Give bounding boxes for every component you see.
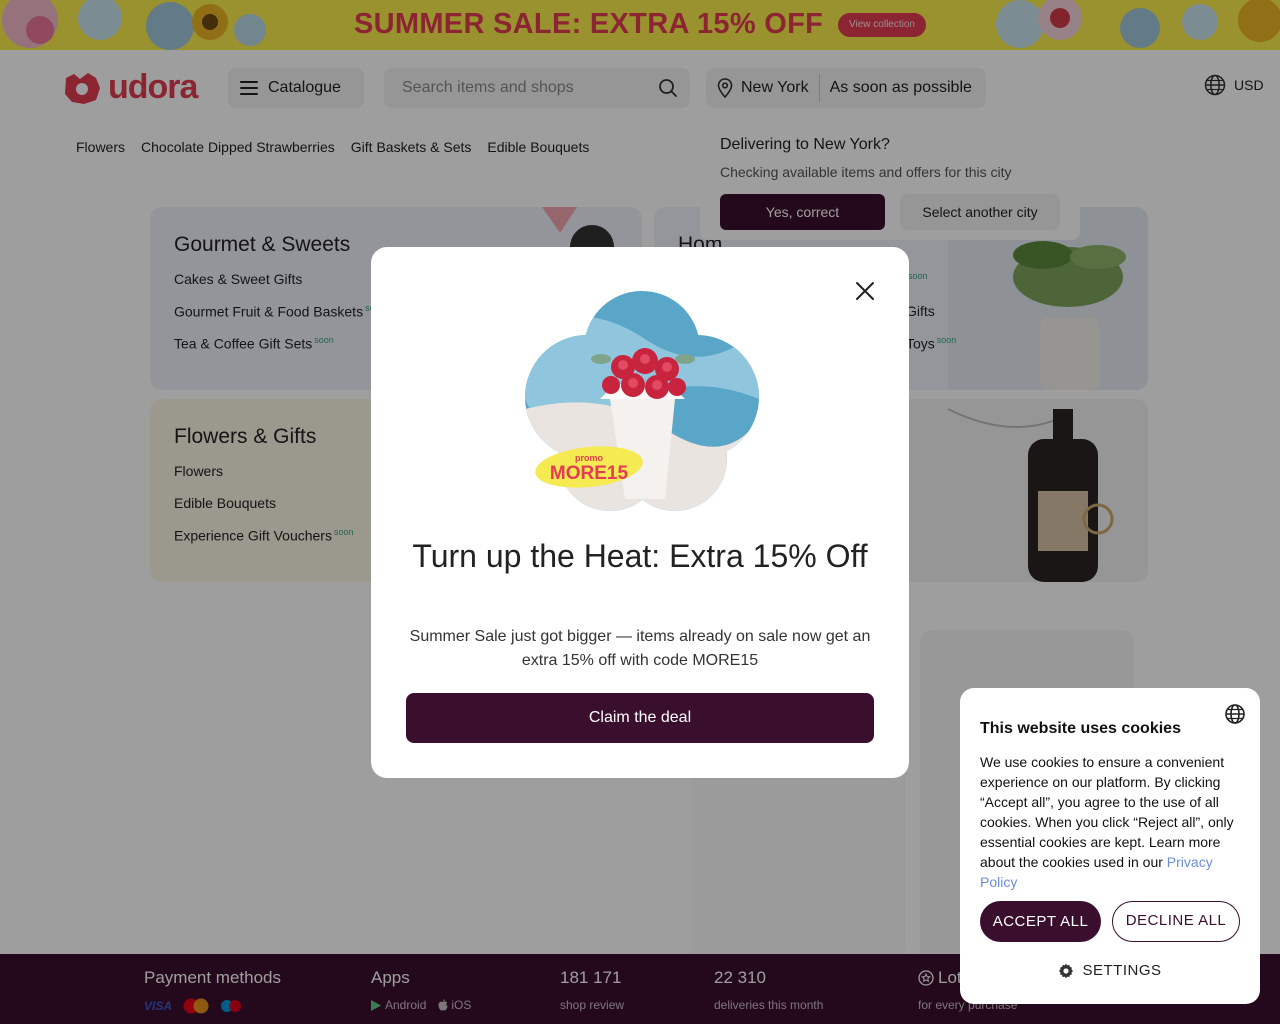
cookie-text: We use cookies to ensure a convenient ex… <box>980 754 1234 890</box>
cookie-consent: This website uses cookies We use cookies… <box>960 688 1260 1004</box>
promo-modal: promo MORE15 Turn up the Heat: Extra 15%… <box>371 247 909 778</box>
claim-deal-button[interactable]: Claim the deal <box>406 693 874 743</box>
promo-bouquet-image: promo MORE15 <box>525 291 759 511</box>
promo-code: MORE15 <box>550 463 629 484</box>
modal-title: Turn up the Heat: Extra 15% Off <box>412 538 868 574</box>
close-icon[interactable] <box>853 279 877 303</box>
settings-label: SETTINGS <box>1082 962 1162 979</box>
cookie-settings-button[interactable]: SETTINGS <box>960 962 1260 979</box>
accept-all-button[interactable]: ACCEPT ALL <box>980 901 1101 942</box>
language-globe-icon[interactable] <box>1224 703 1246 725</box>
gear-icon <box>1059 963 1074 978</box>
cookie-title: This website uses cookies <box>980 720 1181 737</box>
decline-all-button[interactable]: DECLINE ALL <box>1112 901 1240 942</box>
modal-description: Summer Sale just got bigger — items alre… <box>409 628 871 669</box>
promo-label: promo <box>575 453 604 463</box>
